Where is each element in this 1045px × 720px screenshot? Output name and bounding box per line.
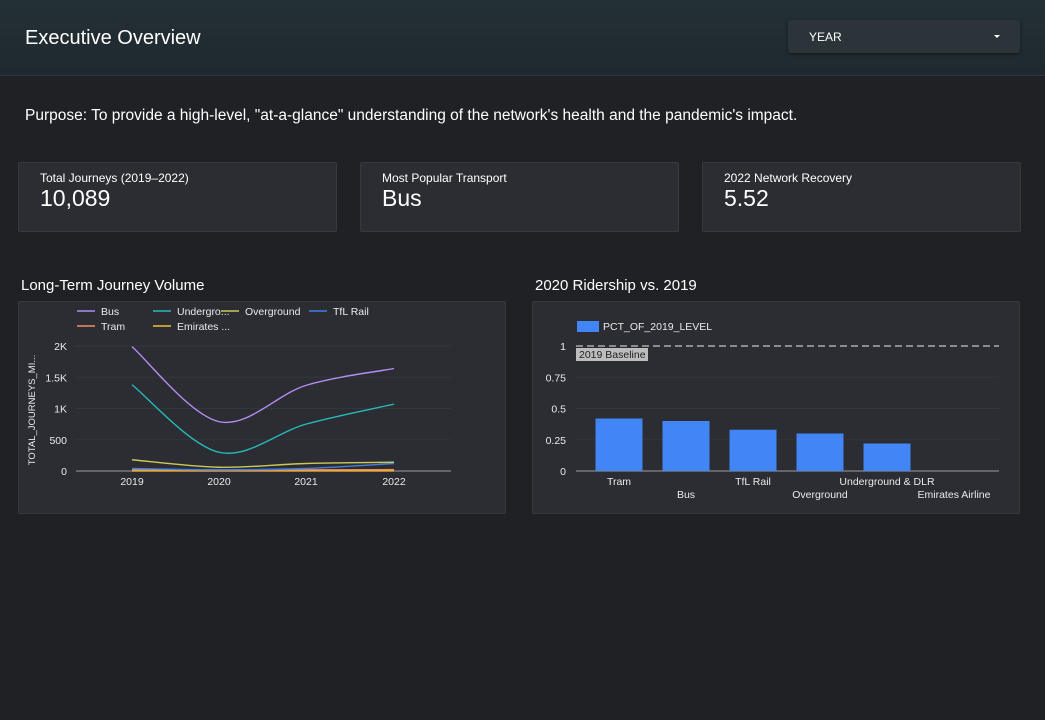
purpose-text: Purpose: To provide a high-level, "at-a-… xyxy=(25,107,798,124)
kpi-label: 2022 Network Recovery xyxy=(724,171,853,185)
year-filter-label: YEAR xyxy=(809,30,842,44)
kpi-card-total-journeys: Total Journeys (2019–2022) 10,089 xyxy=(18,162,337,232)
kpi-value: 5.52 xyxy=(724,185,769,211)
line-chart[interactable]: 0 500 1K 1.5K 2K 2019 2020 2021 2022 TOTAL_JOURNE… xyxy=(19,302,505,513)
y-tick-label: 1K xyxy=(54,404,67,416)
legend-label-underground-dlr: Undergro... xyxy=(177,306,230,318)
x-tick-label: 2019 xyxy=(120,476,144,488)
legend-swatch xyxy=(577,321,599,332)
kpi-label: Most Popular Transport xyxy=(382,171,507,185)
bar-underground-dlr xyxy=(863,443,911,471)
y-tick-label: 0.5 xyxy=(551,404,566,416)
y-tick-label: 0 xyxy=(61,466,67,478)
x-tick-label: TfL Rail xyxy=(735,476,771,488)
x-tick-label: Underground & DLR xyxy=(839,476,935,488)
series-line-bus xyxy=(131,346,395,424)
x-tick-label: Emirates Airline xyxy=(918,489,991,501)
x-tick-label: Overground xyxy=(792,489,848,501)
x-tick-label: 2022 xyxy=(382,476,406,488)
legend-label-emirates-airline: Emirates ... xyxy=(177,321,230,333)
legend-label-tram: Tram xyxy=(101,321,125,333)
x-tick-label: 2021 xyxy=(294,476,318,488)
x-tick-label: 2020 xyxy=(207,476,231,488)
y-tick-label: 0 xyxy=(560,466,566,478)
y-tick-label: 500 xyxy=(49,435,67,447)
kpi-card-most-popular: Most Popular Transport Bus xyxy=(360,162,679,232)
kpi-label: Total Journeys (2019–2022) xyxy=(40,171,189,185)
chevron-down-icon xyxy=(994,35,1000,38)
line-chart-title: Long-Term Journey Volume xyxy=(21,277,205,294)
series-line-underground-dlr xyxy=(131,384,395,454)
line-chart-panel: 0 500 1K 1.5K 2K 2019 2020 2021 2022 TOTAL_JOURNE… xyxy=(18,301,506,514)
year-filter-dropdown[interactable]: YEAR xyxy=(788,20,1020,53)
bar-tram xyxy=(595,418,643,471)
y-tick-label: 1 xyxy=(560,341,566,353)
bar-chart-title: 2020 Ridership vs. 2019 xyxy=(535,277,697,294)
y-tick-label: 1.5K xyxy=(45,372,67,384)
legend-label: PCT_OF_2019_LEVEL xyxy=(603,321,712,333)
y-axis-title: TOTAL_JOURNEYS_MI... xyxy=(27,355,38,466)
bar-bus xyxy=(662,421,710,471)
legend-label-overground: Overground xyxy=(245,306,301,318)
kpi-value: Bus xyxy=(382,185,422,211)
legend-label-tfl-rail: TfL Rail xyxy=(333,306,369,318)
bar-tfl-rail xyxy=(729,429,777,471)
legend-label-bus: Bus xyxy=(101,306,119,318)
page-title: Executive Overview xyxy=(25,27,201,49)
y-tick-label: 2K xyxy=(54,341,67,353)
bar-chart[interactable]: 0 0.25 0.5 0.75 1 2019 Baseline Tram Bus TfL Rai… xyxy=(533,302,1019,513)
kpi-value: 10,089 xyxy=(40,185,111,211)
baseline-label: 2019 Baseline xyxy=(579,349,646,361)
bar-overground xyxy=(796,433,844,471)
header-bar: Executive Overview YEAR xyxy=(0,0,1045,76)
bar-chart-panel: 0 0.25 0.5 0.75 1 2019 Baseline Tram Bus TfL Rai… xyxy=(532,301,1020,514)
y-tick-label: 0.75 xyxy=(546,372,567,384)
x-tick-label: Bus xyxy=(677,489,695,501)
kpi-card-network-recovery: 2022 Network Recovery 5.52 xyxy=(702,162,1021,232)
x-tick-label: Tram xyxy=(607,476,631,488)
y-tick-label: 0.25 xyxy=(546,435,567,447)
